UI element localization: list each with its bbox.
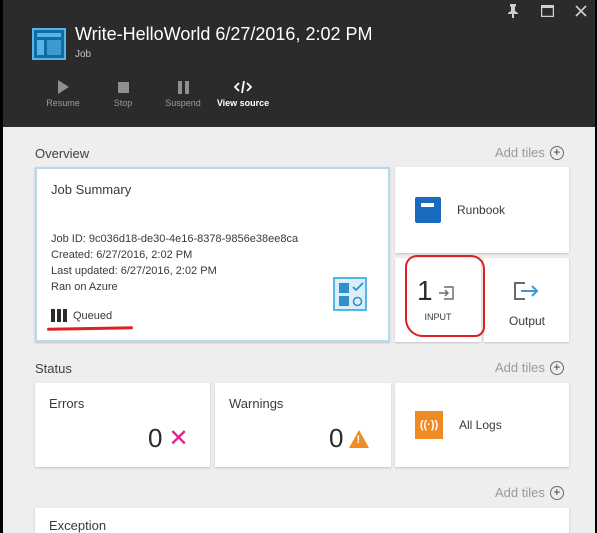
exception-tile[interactable]: Exception — [35, 508, 569, 533]
job-id-line: Job ID: 9c036d18-de30-4e16-8378-9856e38e… — [51, 233, 299, 245]
code-icon — [234, 76, 252, 98]
runbook-tile[interactable]: Runbook — [395, 167, 569, 253]
job-blade: Write-HelloWorld 6/27/2016, 2:02 PM Job … — [3, 0, 595, 533]
resume-button[interactable]: Resume — [33, 76, 93, 109]
job-icon — [32, 28, 66, 60]
errors-count: 0 — [148, 423, 163, 453]
resume-label: Resume — [46, 98, 80, 108]
exception-title: Exception — [49, 518, 107, 533]
job-summary-icon — [333, 277, 367, 311]
add-tiles-label: Add tiles — [495, 145, 545, 160]
warnings-count-row: 0 ! — [329, 423, 370, 454]
warnings-title: Warnings — [229, 396, 284, 411]
maximize-icon[interactable] — [539, 3, 555, 19]
errors-tile[interactable]: Errors 0 ✕ — [35, 383, 210, 467]
queued-icon — [51, 309, 67, 322]
add-tiles-overview[interactable]: Add tiles + — [495, 145, 564, 160]
ran-on-line: Ran on Azure — [51, 281, 118, 293]
warnings-tile[interactable]: Warnings 0 ! — [215, 383, 391, 467]
created-line: Created: 6/27/2016, 2:02 PM — [51, 249, 193, 261]
add-tiles-status[interactable]: Add tiles + — [495, 360, 564, 375]
blade-header: Write-HelloWorld 6/27/2016, 2:02 PM Job … — [3, 0, 595, 127]
broadcast-icon: ((·)) — [415, 411, 443, 439]
warnings-count: 0 — [329, 423, 344, 453]
window-controls — [505, 3, 589, 19]
suspend-button[interactable]: Suspend — [153, 76, 213, 109]
plus-circle-icon: + — [549, 360, 564, 375]
status-heading: Status — [35, 361, 72, 376]
job-summary-tile[interactable]: Job Summary Job ID: 9c036d18-de30-4e16-8… — [35, 167, 390, 342]
output-label: Output — [508, 314, 546, 328]
annotation-underline — [46, 326, 134, 331]
add-tiles-label: Add tiles — [495, 485, 545, 500]
runbook-label: Runbook — [457, 203, 506, 217]
job-summary-title: Job Summary — [51, 182, 132, 197]
stop-icon — [117, 76, 129, 98]
page-title: Write-HelloWorld 6/27/2016, 2:02 PM — [75, 24, 373, 44]
output-icon — [513, 280, 539, 307]
command-bar: Resume Stop Suspend View source — [33, 76, 273, 109]
play-icon — [57, 76, 69, 98]
output-tile[interactable]: Output — [484, 258, 569, 342]
stop-label: Stop — [113, 98, 133, 108]
job-summary-details: Job ID: 9c036d18-de30-4e16-8378-9856e38e… — [51, 231, 298, 295]
status-indicator: Queued — [51, 309, 112, 322]
add-tiles-bottom[interactable]: Add tiles + — [495, 485, 564, 500]
add-tiles-label: Add tiles — [495, 360, 545, 375]
suspend-label: Suspend — [165, 98, 201, 108]
all-logs-label: All Logs — [459, 418, 502, 432]
annotation-circle — [405, 255, 485, 337]
status-text: Queued — [73, 310, 113, 322]
warning-icon: ! — [349, 429, 370, 448]
plus-circle-icon: + — [549, 145, 564, 160]
view-source-button[interactable]: View source — [213, 76, 273, 109]
close-icon[interactable] — [573, 3, 589, 19]
all-logs-tile[interactable]: ((·)) All Logs — [395, 383, 569, 467]
pause-icon — [177, 76, 189, 98]
errors-title: Errors — [49, 396, 85, 411]
overview-heading: Overview — [35, 146, 90, 161]
page-subtitle: Job — [75, 49, 92, 60]
last-updated-line: Last updated: 6/27/2016, 2:02 PM — [51, 265, 217, 277]
stop-button[interactable]: Stop — [93, 76, 153, 109]
errors-count-row: 0 ✕ — [148, 423, 189, 454]
runbook-icon — [415, 197, 441, 223]
view-source-label: View source — [216, 98, 270, 108]
pin-icon[interactable] — [505, 3, 521, 19]
plus-circle-icon: + — [549, 485, 564, 500]
error-x-icon: ✕ — [168, 425, 189, 452]
